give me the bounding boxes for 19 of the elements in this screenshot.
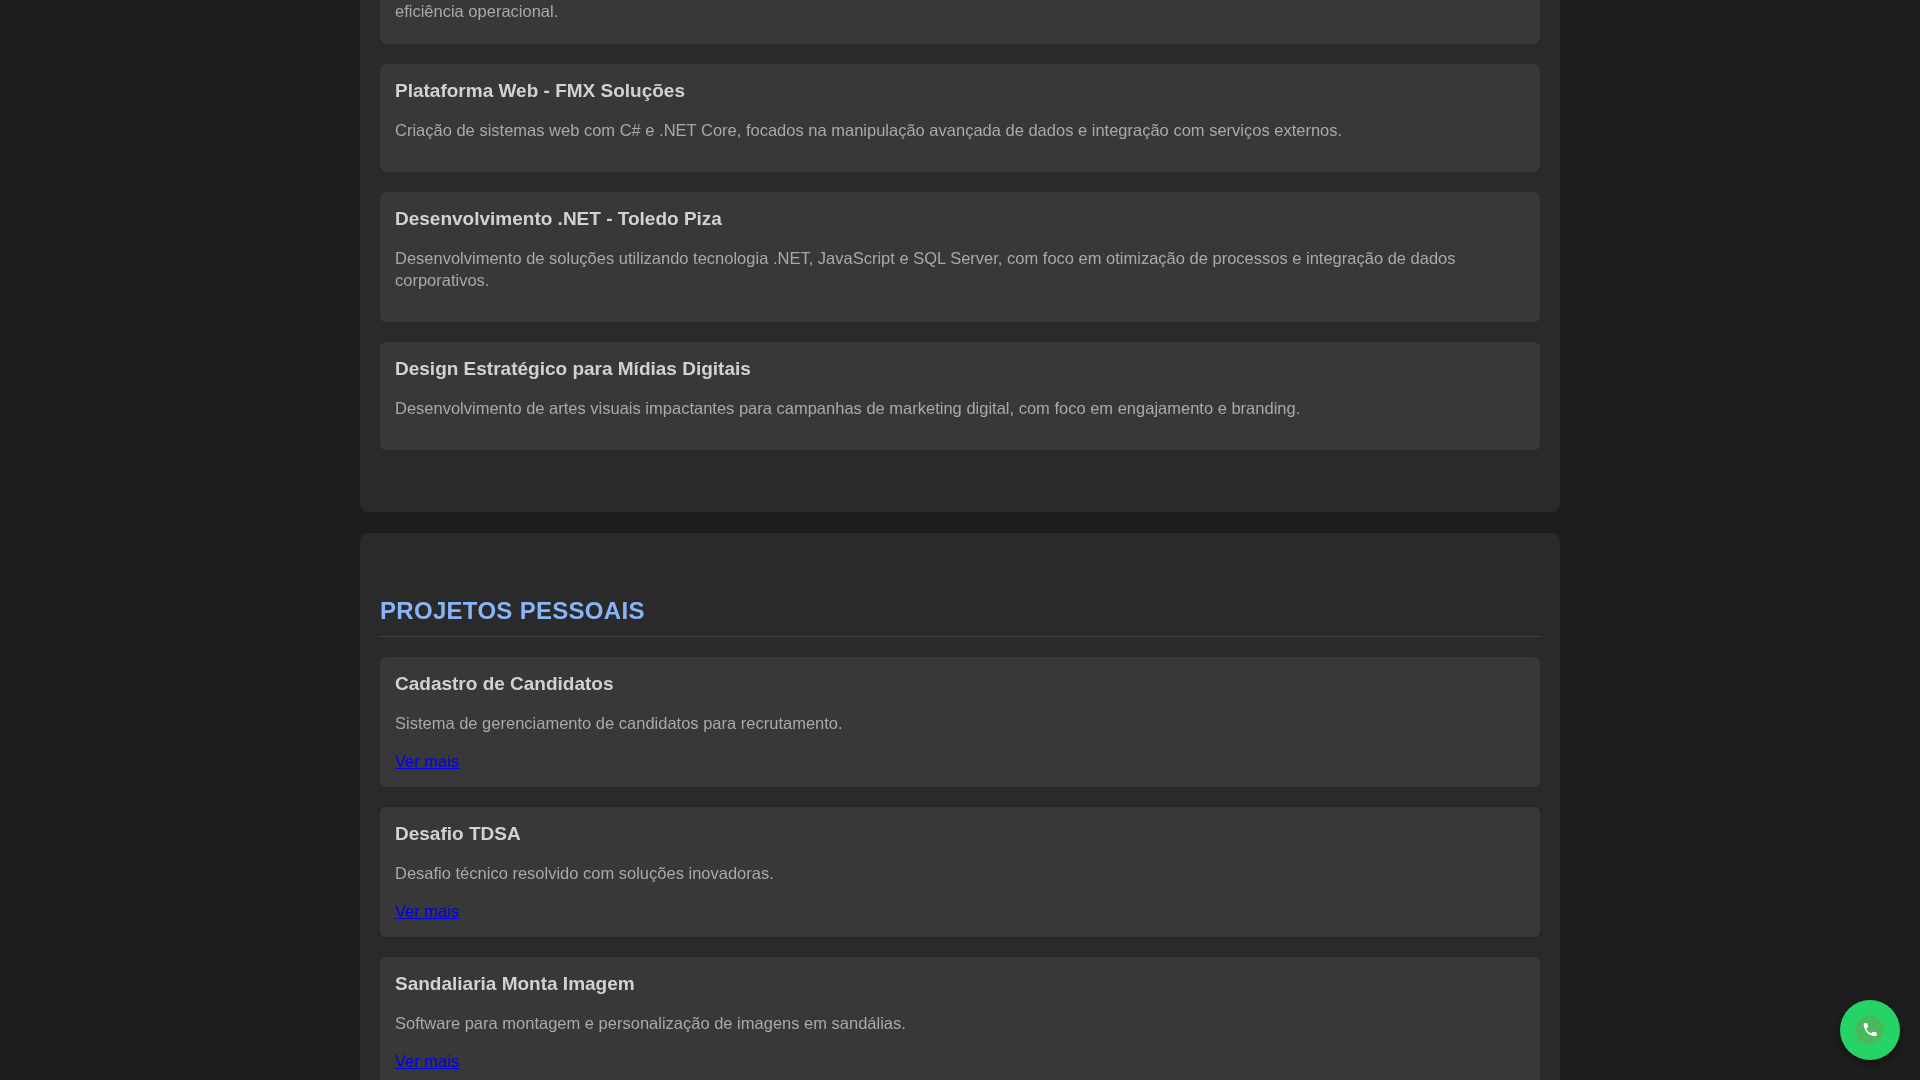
see-more-link[interactable]: Ver mais [395,752,460,770]
project-title: Desafio TDSA [395,822,522,846]
project-description: Desenvolvimento de artes visuais impactantes para campanhas de marketing digital, com foco em engajamento e branding. [395,398,1302,419]
project-title: Design Estratégico para Mídias Digitais [395,357,752,381]
project-description: eficiência operacional. [395,1,560,22]
project-description: Criação de sistemas web com C# e .NET Core, focados na manipulação avançada de dados e integração com serviços externos. [395,120,1344,141]
project-description: Desafio técnico resolvido com soluções inovadoras. [395,863,775,884]
call-button[interactable] [1840,1000,1900,1060]
project-title: Cadastro de Candidatos [395,672,615,696]
see-more-link[interactable]: Ver mais [395,902,460,920]
project-title: Sandaliaria Monta Imagem [395,972,636,996]
project-description: Software para montagem e personalização de imagens em sandálias. [395,1013,907,1034]
project-description: Sistema de gerenciamento de candidatos para recrutamento. [395,713,844,734]
project-description: Desenvolvimento de soluções utilizando tecnologia .NET, JavaScript e SQL Server, com foco em otimização de processos e integração de dados corporativos. [395,248,1457,291]
phone-bubble-icon [1854,1014,1886,1046]
see-more-link[interactable]: Ver mais [395,1052,460,1070]
section-heading: PROJETOS PESSOAIS [380,596,645,625]
project-title: Desenvolvimento .NET - Toledo Piza [395,207,723,231]
project-title: Plataforma Web - FMX Soluções [395,79,686,103]
